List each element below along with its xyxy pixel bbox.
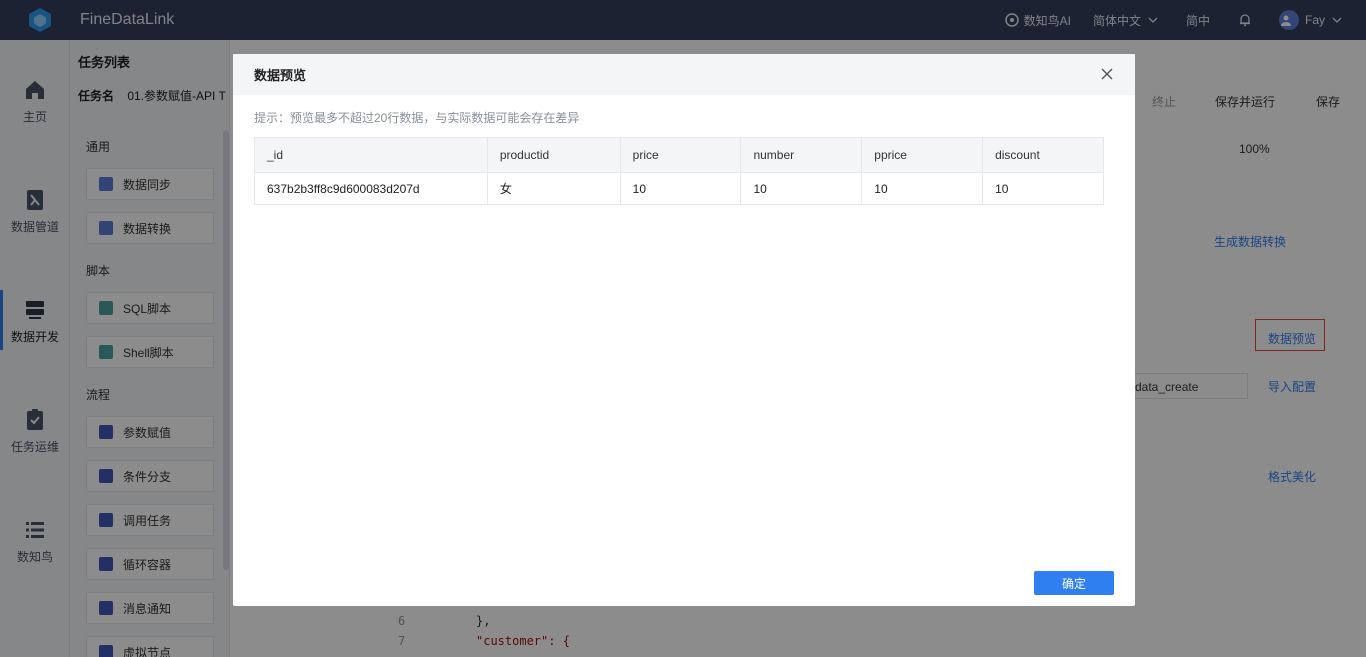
table-header-row: _id productid price number pprice discou…: [254, 137, 1104, 173]
modal-header: 数据预览: [233, 54, 1135, 95]
column-header: productid: [486, 137, 621, 173]
table-cell: 10: [619, 172, 742, 205]
column-header: price: [619, 137, 742, 173]
modal-title: 数据预览: [254, 68, 307, 83]
confirm-button[interactable]: 确定: [1034, 571, 1114, 595]
table-cell: 10: [861, 172, 984, 205]
column-header: pprice: [861, 137, 984, 173]
column-header: _id: [254, 137, 488, 173]
column-header: number: [740, 137, 863, 173]
table-cell: 637b2b3ff8c9d600083d207d: [254, 172, 488, 205]
close-icon[interactable]: [1101, 68, 1113, 80]
table-row: 637b2b3ff8c9d600083d207d 女 10 10 10 10: [254, 172, 1104, 205]
table-cell: 女: [486, 172, 621, 205]
table-cell: 10: [982, 172, 1104, 205]
preview-table: _id productid price number pprice discou…: [254, 137, 1104, 205]
data-preview-modal: 数据预览 提示：预览最多不超过20行数据，与实际数据可能会存在差异 _id pr…: [233, 54, 1135, 606]
column-header: discount: [982, 137, 1104, 173]
table-cell: 10: [740, 172, 863, 205]
preview-hint: 提示：预览最多不超过20行数据，与实际数据可能会存在差异: [254, 111, 580, 125]
